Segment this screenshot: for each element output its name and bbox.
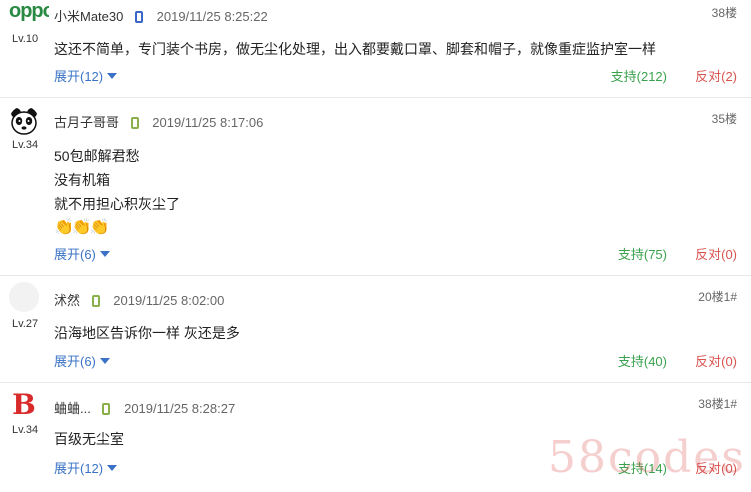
- support-button[interactable]: 支持(40): [618, 351, 667, 370]
- user-level: Lv.10: [12, 33, 39, 45]
- phone-icon: [130, 117, 139, 129]
- chevron-down-icon: [107, 73, 118, 79]
- comment-text: 沿海地区告诉你一样 灰还是多: [54, 321, 240, 345]
- expand-replies-button[interactable]: 展开(6): [54, 244, 110, 263]
- expand-replies-button[interactable]: 展开(6): [54, 351, 110, 370]
- oppose-button[interactable]: 反对(0): [695, 351, 737, 370]
- comment-meta: 蛐蛐... 2019/11/25 8:28:27: [54, 398, 235, 417]
- oppo-logo-text: oppo: [9, 0, 49, 22]
- user-level: Lv.34: [12, 424, 39, 436]
- comment-meta: 沭然 2019/11/25 8:02:00: [54, 290, 224, 309]
- comment-meta: 古月子哥哥 2019/11/25 8:17:06: [54, 112, 263, 131]
- user-level: Lv.27: [12, 318, 39, 330]
- oppose-button[interactable]: 反对(2): [695, 66, 737, 85]
- username[interactable]: 沭然: [54, 293, 80, 308]
- oppose-button[interactable]: 反对(0): [695, 244, 737, 263]
- support-button[interactable]: 支持(14): [618, 458, 667, 477]
- b-letter-icon: B: [12, 389, 36, 421]
- comment-text: 百级无尘室: [54, 427, 124, 451]
- comment-line: 这还不简单，专门装个书房，做无尘化处理，出入都要戴口罩、脚套和帽子，就像重症监护…: [54, 41, 656, 57]
- floor-number: 35楼: [711, 112, 737, 126]
- comment-text: 这还不简单，专门装个书房，做无尘化处理，出入都要戴口罩、脚套和帽子，就像重症监护…: [54, 37, 656, 61]
- timestamp: 2019/11/25 8:02:00: [113, 293, 225, 308]
- username[interactable]: 古月子哥哥: [54, 115, 119, 130]
- support-button[interactable]: 支持(75): [618, 244, 667, 263]
- phone-icon: [135, 11, 143, 23]
- comment-text: 50包邮解君愁 没有机箱 就不用担心积灰尘了 👏👏👏: [54, 144, 180, 240]
- phone-icon: [91, 295, 100, 307]
- username[interactable]: 蛐蛐...: [54, 401, 91, 416]
- panda-icon: [11, 108, 37, 135]
- user-level: Lv.34: [12, 139, 39, 151]
- phone-icon: [102, 403, 111, 415]
- chevron-down-icon: [99, 358, 110, 364]
- floor-number: 20楼1#: [698, 290, 737, 304]
- comment-item: oppo Lv.10 小米Mate30 2019/11/25 8:25:22 3…: [0, 0, 751, 98]
- chevron-down-icon: [107, 465, 118, 471]
- clapping-emoji: 👏👏👏: [54, 219, 110, 236]
- comment-line: 没有机箱: [54, 172, 110, 188]
- expand-replies-button[interactable]: 展开(12): [54, 66, 118, 85]
- oppose-button[interactable]: 反对(0): [695, 458, 737, 477]
- blank-avatar[interactable]: [9, 282, 39, 312]
- comment-meta: 小米Mate30 2019/11/25 8:25:22: [54, 6, 268, 25]
- comment-line: 50包邮解君愁: [54, 148, 140, 164]
- expand-label: 展开(12): [54, 69, 104, 84]
- comment-line: 沿海地区告诉你一样 灰还是多: [54, 325, 240, 341]
- panda-avatar[interactable]: [9, 106, 39, 136]
- expand-label: 展开(6): [54, 354, 96, 369]
- timestamp: 2019/11/25 8:25:22: [156, 9, 268, 24]
- b-letter-avatar[interactable]: B: [12, 389, 36, 421]
- comment-item: B Lv.34 蛐蛐... 2019/11/25 8:28:27 38楼1# 百…: [0, 383, 751, 492]
- timestamp: 2019/11/25 8:17:06: [152, 115, 264, 130]
- comment-line: 百级无尘室: [54, 431, 124, 447]
- comment-line: 就不用担心积灰尘了: [54, 196, 180, 212]
- comment-item: Lv.34 古月子哥哥 2019/11/25 8:17:06 35楼 50包邮解…: [0, 98, 751, 276]
- expand-replies-button[interactable]: 展开(12): [54, 458, 118, 477]
- floor-number: 38楼1#: [698, 397, 737, 411]
- oppo-logo-avatar[interactable]: oppo: [9, 0, 49, 26]
- expand-label: 展开(6): [54, 247, 96, 262]
- timestamp: 2019/11/25 8:28:27: [124, 401, 236, 416]
- floor-number: 38楼: [711, 6, 737, 20]
- support-button[interactable]: 支持(212): [611, 66, 667, 85]
- comment-item: Lv.27 沭然 2019/11/25 8:02:00 20楼1# 沿海地区告诉…: [0, 276, 751, 383]
- expand-label: 展开(12): [54, 461, 104, 476]
- chevron-down-icon: [99, 251, 110, 257]
- username[interactable]: 小米Mate30: [54, 9, 123, 24]
